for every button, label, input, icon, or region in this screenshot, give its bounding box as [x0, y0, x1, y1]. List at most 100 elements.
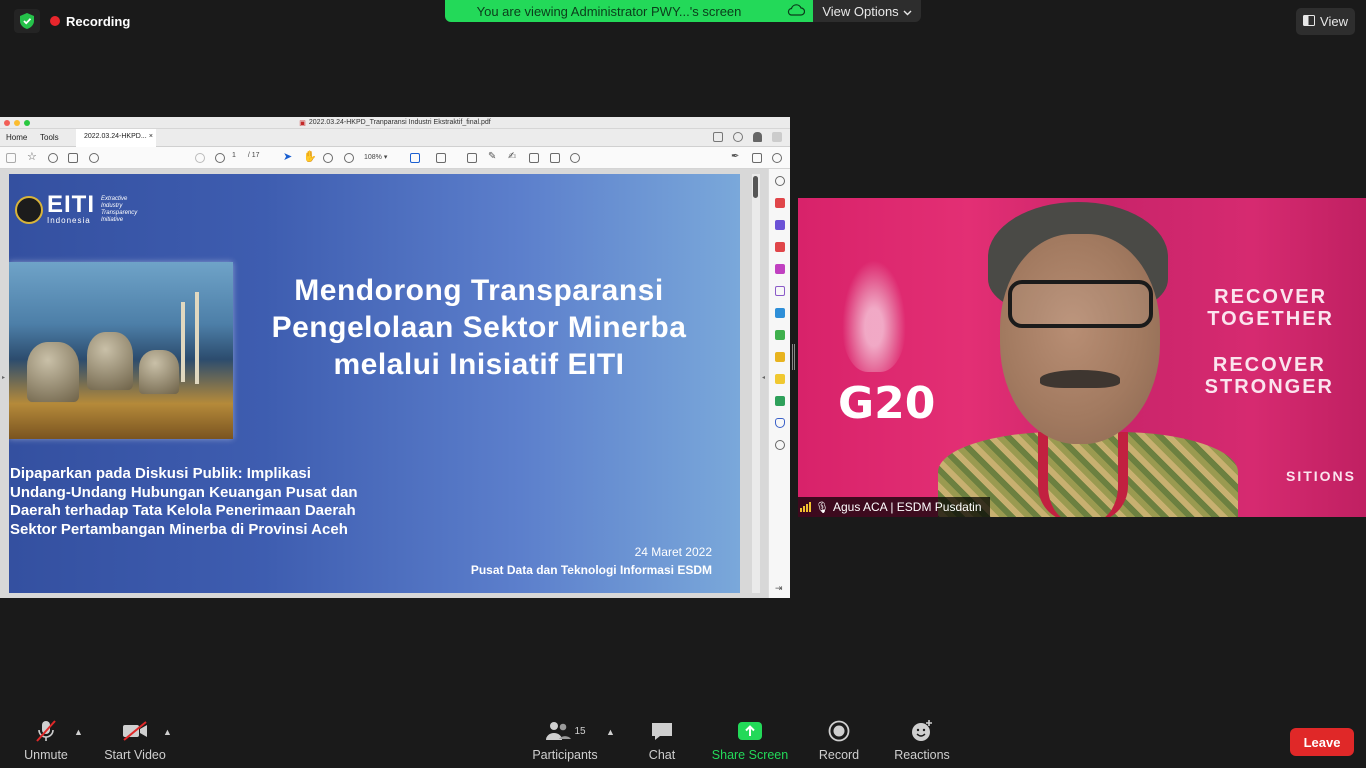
print-icon[interactable]	[68, 153, 78, 163]
layout-icon	[1303, 14, 1316, 29]
export-pdf-icon[interactable]	[775, 198, 785, 208]
right-panel-toggle-icon[interactable]: ◂	[762, 374, 765, 381]
shared-screen[interactable]: ▣ 2022.03.24-HKPD_Tranparansi Industri E…	[0, 117, 790, 598]
protect-icon[interactable]	[775, 418, 785, 428]
unmute-button[interactable]: Unmute	[20, 715, 72, 768]
create-pdf-icon[interactable]	[775, 242, 785, 252]
save-icon[interactable]	[6, 153, 16, 163]
print-production-icon[interactable]	[775, 396, 785, 406]
industrial-plant-photo	[9, 262, 233, 439]
start-video-button[interactable]: Start Video	[100, 715, 170, 768]
signal-strength-icon	[800, 502, 811, 512]
trash-icon[interactable]	[550, 153, 560, 163]
document-tab[interactable]: 2022.03.24-HKPD... ×	[76, 129, 156, 147]
pdf-window-titlebar: ▣ 2022.03.24-HKPD_Tranparansi Industri E…	[0, 117, 790, 129]
zoom-level[interactable]: 108% ▾	[364, 153, 387, 161]
share-screen-button[interactable]: Share Screen	[708, 715, 792, 768]
hand-tool-icon[interactable]: ✋	[303, 150, 317, 163]
unmute-label: Unmute	[24, 748, 68, 762]
pdf-scrollbar[interactable]	[752, 174, 760, 593]
transitions-text: SITIONS	[1285, 468, 1356, 484]
start-video-label: Start Video	[104, 748, 166, 762]
edit-pdf-icon[interactable]	[775, 220, 785, 230]
share-icon[interactable]	[713, 132, 723, 142]
smiley-plus-icon	[910, 718, 934, 744]
fill-sign-tool-icon[interactable]	[775, 286, 785, 296]
maximize-window-icon[interactable]	[24, 120, 30, 126]
star-icon[interactable]: ☆	[27, 150, 37, 163]
slide-date: 24 Maret 2022	[634, 545, 712, 559]
share-screen-icon	[737, 718, 763, 744]
user-icon[interactable]	[772, 153, 782, 163]
select-cursor-icon[interactable]: ➤	[283, 150, 293, 163]
view-button[interactable]: View	[1296, 8, 1355, 35]
menu-home[interactable]: Home	[6, 133, 27, 142]
page-tools-icon[interactable]	[410, 153, 420, 163]
chat-label: Chat	[648, 748, 676, 762]
audio-options-caret-icon[interactable]: ▲	[74, 727, 83, 737]
collapse-rail-icon[interactable]: ⇥	[775, 583, 785, 593]
stamp-icon[interactable]	[529, 153, 539, 163]
more-tools-icon[interactable]	[775, 440, 785, 450]
scan-icon[interactable]	[436, 153, 446, 163]
left-panel-toggle-icon[interactable]: ▸	[2, 374, 5, 381]
organize-pages-icon[interactable]	[775, 330, 785, 340]
screen-share-banner: You are viewing Administrator PWY...'s s…	[445, 0, 813, 22]
reactions-button[interactable]: Reactions	[890, 715, 954, 768]
logo-text: EITI	[47, 191, 96, 218]
split-resize-handle[interactable]	[792, 344, 795, 370]
tab-close-icon[interactable]: ×	[149, 133, 153, 140]
security-shield-icon[interactable]	[14, 9, 40, 33]
find-icon[interactable]	[775, 176, 785, 186]
share-screen-label: Share Screen	[711, 748, 789, 762]
zoom-out-icon[interactable]	[323, 153, 333, 163]
email-icon[interactable]	[752, 153, 762, 163]
pen-icon[interactable]: ✎	[488, 151, 498, 162]
leave-button[interactable]: Leave	[1290, 728, 1354, 756]
help-icon[interactable]	[733, 132, 743, 142]
recording-label: Recording	[66, 13, 131, 29]
minimize-window-icon[interactable]	[14, 120, 20, 126]
record-icon	[828, 718, 850, 744]
zoom-in-icon[interactable]	[344, 153, 354, 163]
participants-count: 15	[574, 725, 586, 737]
rotate-icon[interactable]	[570, 153, 580, 163]
scrollbar-thumb[interactable]	[753, 176, 758, 198]
g20-batik-motif	[842, 260, 906, 372]
slide-title: Mendorong Transparansi Pengelolaan Sekto…	[271, 274, 687, 381]
previous-page-icon[interactable]	[195, 153, 205, 163]
recording-indicator[interactable]: Recording	[50, 10, 130, 32]
participant-video[interactable]: G20 RECOVER TOGETHER RECOVER STRONGER SITI…	[798, 198, 1366, 517]
page-current[interactable]: 1	[232, 152, 236, 159]
video-options-caret-icon[interactable]: ▲	[163, 727, 172, 737]
pdf-tools-rail: ⇥	[768, 169, 790, 598]
menu-tools[interactable]: Tools	[40, 133, 59, 142]
scan-ocr-icon[interactable]	[775, 352, 785, 362]
record-button[interactable]: Record	[812, 715, 866, 768]
send-icon[interactable]	[775, 308, 785, 318]
camera-off-icon	[121, 718, 149, 744]
sign-icon[interactable]: ✍	[508, 151, 518, 162]
search-icon[interactable]	[89, 153, 99, 163]
speaker-figure	[938, 202, 1238, 517]
close-window-icon[interactable]	[4, 120, 10, 126]
comment-icon[interactable]	[467, 153, 477, 163]
page-indicator[interactable]: 1 / 17	[232, 152, 260, 159]
participants-options-caret-icon[interactable]: ▲	[606, 727, 615, 737]
bell-icon[interactable]	[753, 132, 762, 142]
combine-icon[interactable]	[775, 264, 785, 274]
recording-dot-icon	[50, 16, 60, 26]
comment-tool-icon[interactable]	[775, 374, 785, 384]
g20-logo-text: G20	[838, 378, 936, 429]
upload-cloud-icon[interactable]	[48, 153, 58, 163]
recover-together-text: RECOVER TOGETHER	[1207, 286, 1334, 330]
participants-button[interactable]: 15 Participants	[530, 715, 600, 768]
pdf-filename: 2022.03.24-HKPD_Tranparansi Industri Eks…	[308, 119, 491, 126]
account-icon[interactable]	[772, 132, 782, 142]
fill-sign-icon[interactable]: ✒	[731, 151, 741, 162]
view-options-button[interactable]: View Options	[813, 0, 921, 22]
chat-button[interactable]: Chat	[640, 715, 684, 768]
participant-name-tag: 🎙 Agus ACA | ESDM Pusdatin	[798, 497, 990, 517]
cloud-icon	[787, 3, 806, 20]
next-page-icon[interactable]	[215, 153, 225, 163]
